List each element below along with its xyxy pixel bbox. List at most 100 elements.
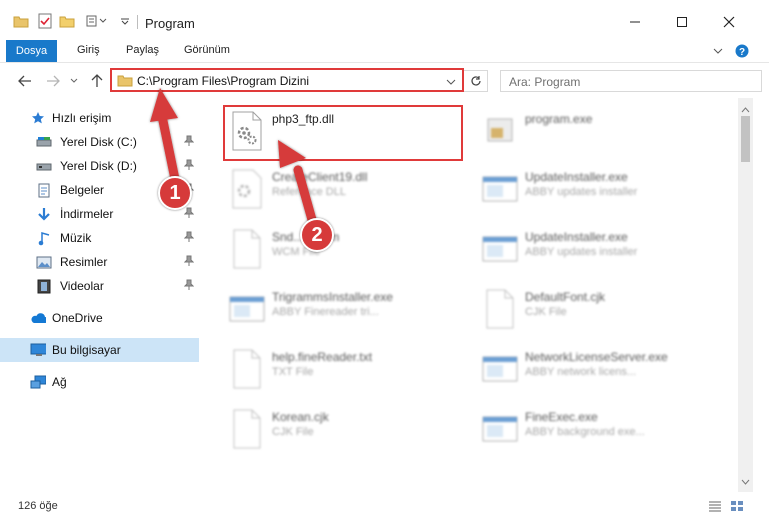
close-icon bbox=[723, 16, 735, 28]
refresh-icon bbox=[470, 76, 481, 86]
sidebar-item-label: Hızlı erişim bbox=[52, 111, 112, 125]
network-icon bbox=[30, 374, 46, 390]
scrollbar-thumb[interactable] bbox=[741, 116, 750, 162]
sidebar-item-onedrive[interactable]: OneDrive bbox=[0, 306, 199, 330]
title-bar: Program bbox=[0, 0, 769, 40]
sidebar-item-videos[interactable]: Videolar bbox=[0, 274, 199, 298]
details-view-button[interactable] bbox=[706, 498, 724, 514]
scroll-down-icon[interactable] bbox=[741, 474, 750, 488]
download-icon bbox=[36, 206, 52, 222]
sidebar-item-pictures[interactable]: Resimler bbox=[0, 250, 199, 274]
expand-ribbon-icon[interactable] bbox=[710, 43, 726, 59]
sidebar-item-music[interactable]: Müzik bbox=[0, 226, 199, 250]
properties-icon[interactable] bbox=[36, 12, 54, 30]
file-icon bbox=[481, 288, 519, 330]
file-item[interactable]: CreateClient19.dll Reference DLL bbox=[224, 164, 464, 214]
help-icon[interactable]: ? bbox=[734, 43, 750, 59]
address-path[interactable]: C:\Program Files\Program Dizini bbox=[137, 74, 309, 88]
file-item[interactable]: UpdateInstaller.exe ABBY updates install… bbox=[477, 224, 717, 274]
pin-icon[interactable] bbox=[183, 231, 195, 246]
address-bar[interactable]: C:\Program Files\Program Dizini bbox=[110, 68, 464, 92]
customize-toolbar-icon[interactable] bbox=[116, 12, 134, 30]
file-item[interactable]: TrigrammsInstaller.exe ABBY Finereader t… bbox=[224, 284, 464, 334]
drive-icon bbox=[36, 134, 52, 150]
back-arrow-icon bbox=[18, 75, 31, 87]
tab-view[interactable]: Görünüm bbox=[184, 44, 230, 56]
file-item[interactable]: Korean.cjk CJK File bbox=[224, 404, 464, 454]
file-name: help.fineReader.txt bbox=[272, 350, 373, 364]
up-button[interactable] bbox=[88, 72, 106, 90]
dll-gear-icon bbox=[228, 168, 266, 210]
computer-icon bbox=[30, 342, 46, 358]
sidebar-item-disk-c[interactable]: Yerel Disk (C:) bbox=[0, 130, 199, 154]
title-separator bbox=[137, 15, 138, 29]
recent-locations-button[interactable] bbox=[68, 72, 80, 90]
exe-icon bbox=[481, 110, 519, 152]
tab-file[interactable]: Dosya bbox=[6, 40, 57, 62]
file-description: CJK File bbox=[272, 426, 314, 438]
forward-button[interactable] bbox=[44, 72, 62, 90]
minimize-button[interactable] bbox=[612, 10, 658, 34]
folder-icon bbox=[117, 73, 133, 90]
file-name: FineExec.exe bbox=[525, 410, 598, 424]
sidebar-item-label: İndirmeler bbox=[60, 207, 114, 221]
file-icon bbox=[228, 228, 266, 270]
file-item[interactable]: FineExec.exe ABBY background exe... bbox=[477, 404, 717, 454]
chevron-down-icon[interactable] bbox=[446, 75, 456, 89]
file-item[interactable]: UpdateInstaller.exe ABBY updates install… bbox=[477, 164, 717, 214]
back-button[interactable] bbox=[16, 72, 34, 90]
sidebar-item-quick-access[interactable]: Hızlı erişim bbox=[0, 106, 199, 130]
file-item[interactable]: DefaultFont.cjk CJK File bbox=[477, 284, 717, 334]
file-description: TXT File bbox=[272, 366, 314, 378]
callout-badge-1: 1 bbox=[158, 176, 192, 210]
pin-icon[interactable] bbox=[183, 279, 195, 294]
minimize-icon bbox=[630, 21, 640, 23]
details-view-icon bbox=[709, 501, 721, 512]
sidebar-item-network[interactable]: Ağ bbox=[0, 370, 199, 394]
file-item[interactable]: Snd...S.wcm WCM File bbox=[224, 224, 464, 274]
pin-icon[interactable] bbox=[183, 159, 195, 174]
window-exe-icon bbox=[481, 408, 519, 450]
tab-share[interactable]: Paylaş bbox=[126, 44, 159, 56]
sidebar-item-this-pc[interactable]: Bu bilgisayar bbox=[0, 338, 199, 362]
document-icon bbox=[36, 182, 52, 198]
close-button[interactable] bbox=[706, 10, 752, 34]
maximize-button[interactable] bbox=[659, 10, 705, 34]
picture-icon bbox=[36, 254, 52, 270]
sidebar-item-label: Bu bilgisayar bbox=[52, 343, 121, 357]
search-input[interactable]: Ara: Program bbox=[500, 70, 762, 92]
music-icon bbox=[36, 230, 52, 246]
drive-icon bbox=[36, 158, 52, 174]
file-item[interactable]: program.exe bbox=[477, 106, 717, 156]
tiles-view-button[interactable] bbox=[728, 498, 746, 514]
file-description: ABBY background exe... bbox=[525, 426, 645, 438]
pin-icon[interactable] bbox=[183, 255, 195, 270]
window-exe-icon bbox=[481, 228, 519, 270]
search-placeholder: Ara: Program bbox=[509, 75, 581, 89]
new-folder-icon[interactable] bbox=[58, 12, 76, 30]
file-description: ABBY updates installer bbox=[525, 186, 638, 198]
status-bar: 126 öğe bbox=[0, 492, 769, 529]
navigation-bar: C:\Program Files\Program Dizini Ara: Pro… bbox=[0, 62, 769, 98]
pin-icon[interactable] bbox=[183, 207, 195, 222]
sidebar-item-label: Videolar bbox=[60, 279, 104, 293]
window-title: Program bbox=[145, 16, 195, 31]
navigation-pane: Hızlı erişim Yerel Disk (C:) Yerel Disk … bbox=[0, 98, 202, 492]
window-exe-icon bbox=[481, 348, 519, 390]
file-item[interactable]: help.fineReader.txt TXT File bbox=[224, 344, 464, 394]
file-name: UpdateInstaller.exe bbox=[525, 170, 628, 184]
tab-home[interactable]: Giriş bbox=[77, 44, 100, 56]
svg-text:?: ? bbox=[739, 47, 745, 58]
file-list: php3_ftp.dll program.exe CreateClient19.… bbox=[202, 98, 738, 492]
sidebar-item-disk-d[interactable]: Yerel Disk (D:) bbox=[0, 154, 199, 178]
scroll-up-icon[interactable] bbox=[741, 102, 750, 116]
file-item[interactable]: NetworkLicenseServer.exe ABBY network li… bbox=[477, 344, 717, 394]
pin-icon[interactable] bbox=[183, 135, 195, 150]
window-exe-icon bbox=[228, 288, 266, 330]
vertical-scrollbar[interactable] bbox=[738, 98, 753, 492]
view-options-icon[interactable] bbox=[86, 12, 108, 30]
file-name: TrigrammsInstaller.exe bbox=[272, 290, 393, 304]
item-count: 126 öğe bbox=[18, 500, 58, 512]
folder-icon bbox=[12, 12, 30, 30]
refresh-button[interactable] bbox=[464, 70, 488, 92]
